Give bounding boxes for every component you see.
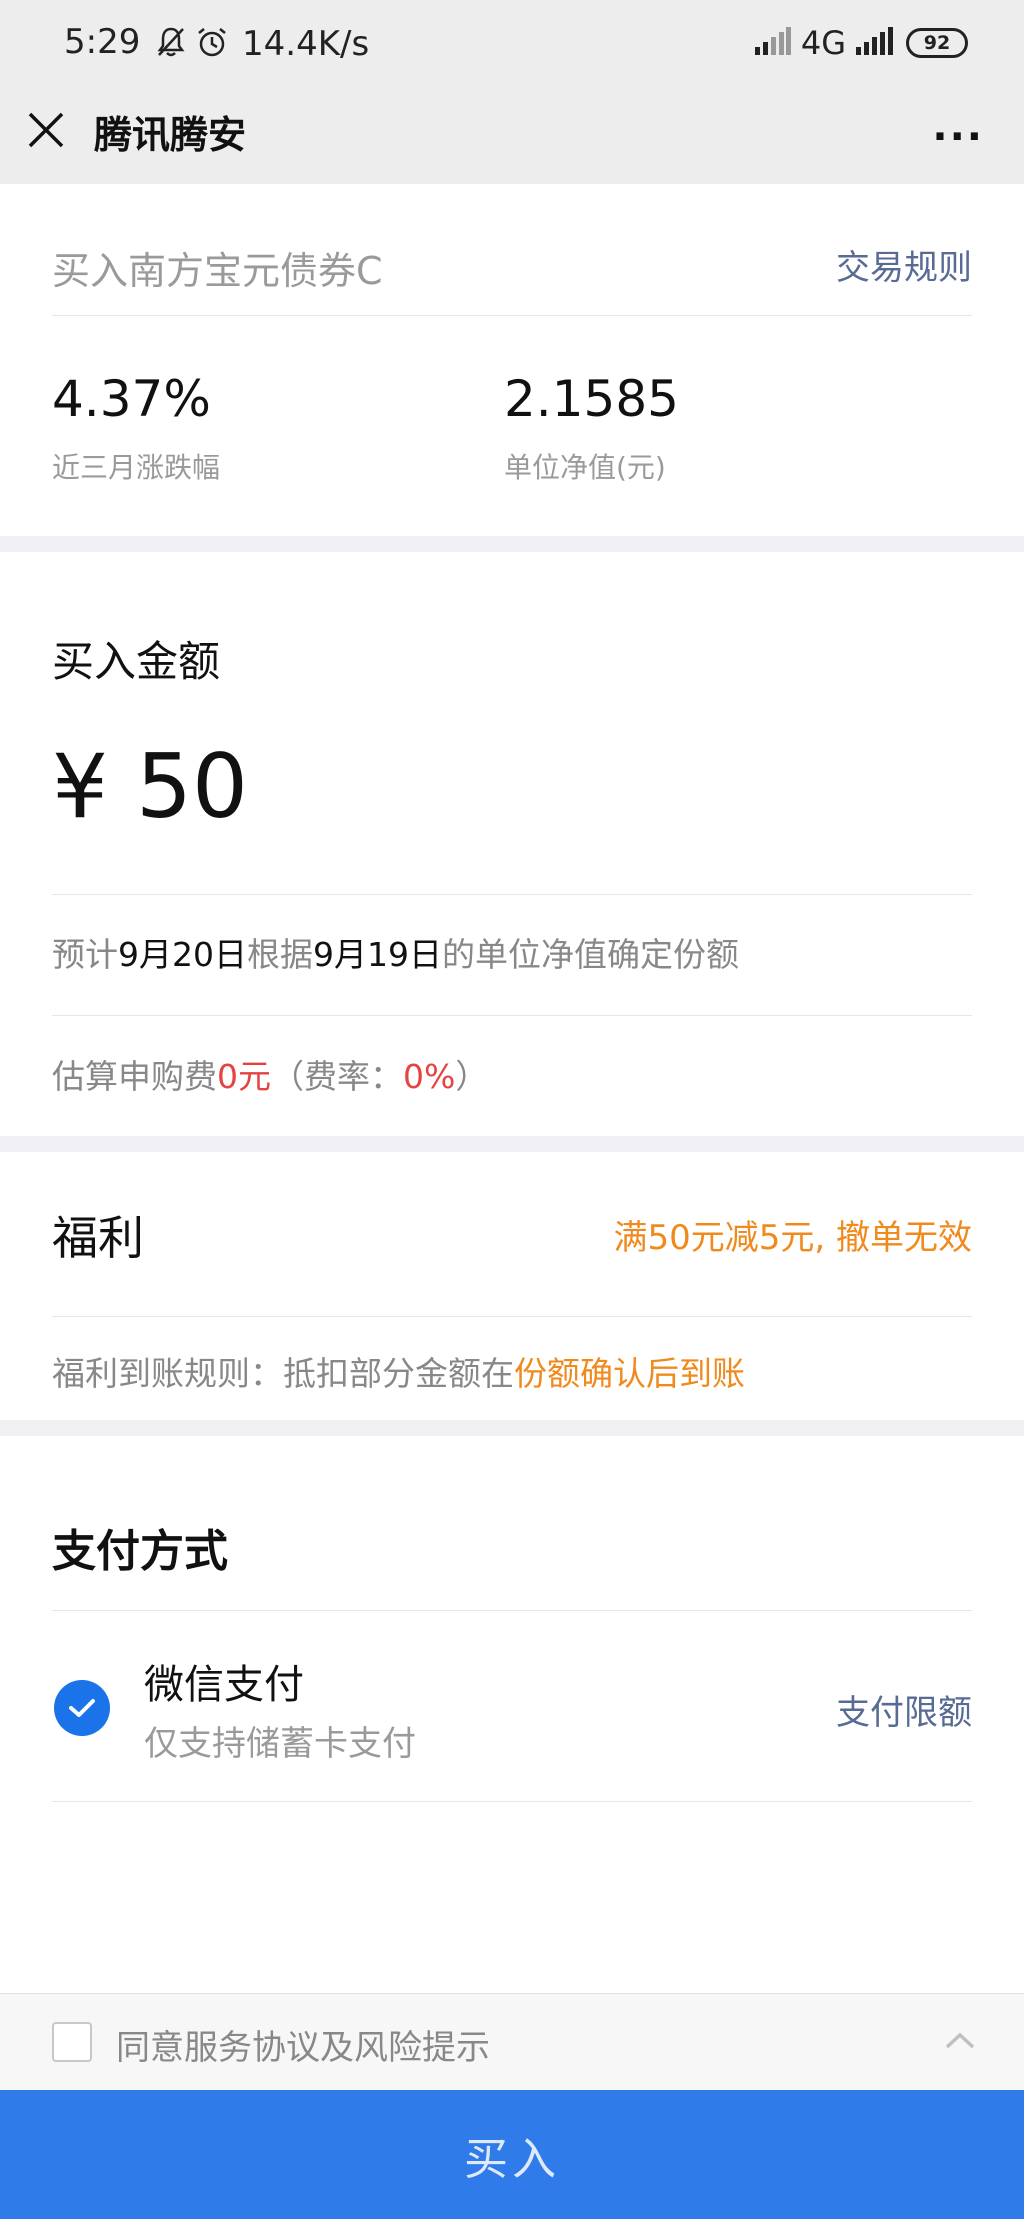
network-speed: 14.4K/s xyxy=(242,24,370,64)
nav-bar: 腾讯腾安 ··· xyxy=(0,92,1024,184)
fee-rate: 0% xyxy=(403,1057,456,1096)
welfare-offer: 满50元减5元, 撤单无效 xyxy=(613,1218,972,1258)
section-separator xyxy=(0,1420,1024,1436)
payment-method-name[interactable]: 微信支付 xyxy=(144,1652,304,1710)
signal-icon-2 xyxy=(856,27,896,59)
fee-prefix: 估算申购费 xyxy=(52,1057,217,1096)
divider xyxy=(52,1316,972,1317)
amount-input[interactable]: ¥ 50 xyxy=(52,735,248,838)
welfare-rule-prefix: 福利到账规则：抵扣部分金额在 xyxy=(52,1354,514,1393)
divider xyxy=(52,315,972,316)
close-icon[interactable] xyxy=(26,110,66,150)
fee-amount: 0元 xyxy=(217,1057,271,1096)
estimate-date: 9月20日 xyxy=(118,935,247,974)
trade-rules-link[interactable]: 交易规则 xyxy=(836,240,972,289)
estimate-mid: 根据 xyxy=(247,935,313,974)
stat-change-value: 4.37% xyxy=(52,370,211,428)
status-icons-left: 14.4K/s xyxy=(156,24,369,64)
alarm-icon xyxy=(196,26,228,62)
fee-rate-prefix: （费率： xyxy=(271,1057,403,1096)
divider xyxy=(52,1015,972,1016)
status-bar: 5:29 14.4K/s 4G 92 xyxy=(0,0,1024,92)
section-separator xyxy=(0,536,1024,552)
battery-indicator: 92 xyxy=(906,28,968,58)
chevron-up-icon[interactable] xyxy=(944,2030,976,2050)
divider xyxy=(52,1801,972,1802)
agreement-text[interactable]: 同意服务协议及风险提示 xyxy=(116,2020,490,2069)
status-icons-right: 4G 92 xyxy=(754,24,968,62)
mute-bell-icon xyxy=(156,26,186,62)
welfare-rule-highlight: 份额确认后到账 xyxy=(514,1354,745,1393)
estimate-text: 预计9月20日根据9月19日的单位净值确定份额 xyxy=(52,928,739,976)
signal-icon xyxy=(754,27,791,59)
fee-rate-suffix: ） xyxy=(455,1057,489,1096)
estimate-prefix: 预计 xyxy=(52,935,118,974)
fund-name: 买入南方宝元债券C xyxy=(52,249,383,293)
estimate-suffix: 的单位净值确定份额 xyxy=(442,935,739,974)
status-time: 5:29 xyxy=(64,22,141,62)
agreement-bar: 同意服务协议及风险提示 xyxy=(0,1993,1024,2090)
more-icon[interactable]: ··· xyxy=(932,114,984,160)
agreement-checkbox[interactable] xyxy=(52,2022,92,2062)
welfare-title: 福利 xyxy=(52,1211,144,1265)
divider xyxy=(52,1610,972,1611)
divider xyxy=(52,894,972,895)
buy-button[interactable]: 买入 xyxy=(0,2090,1024,2219)
stat-nav-value: 2.1585 xyxy=(504,370,679,428)
stat-nav-label: 单位净值(元) xyxy=(504,451,666,484)
fee-text: 估算申购费0元（费率：0%） xyxy=(52,1050,488,1098)
payment-method-note: 仅支持储蓄卡支付 xyxy=(144,1724,416,1764)
section-separator xyxy=(0,1136,1024,1152)
amount-title: 买入金额 xyxy=(52,637,221,686)
nav-date: 9月19日 xyxy=(313,935,442,974)
payment-title: 支付方式 xyxy=(52,1526,228,1577)
welfare-rule: 福利到账规则：抵扣部分金额在份额确认后到账 xyxy=(52,1347,745,1395)
payment-selected-check-icon[interactable] xyxy=(54,1680,110,1736)
page-title: 腾讯腾安 xyxy=(94,113,247,157)
stat-change-label: 近三月涨跌幅 xyxy=(52,451,221,484)
payment-limit-link[interactable]: 支付限额 xyxy=(836,1685,972,1734)
network-type: 4G xyxy=(800,24,846,62)
